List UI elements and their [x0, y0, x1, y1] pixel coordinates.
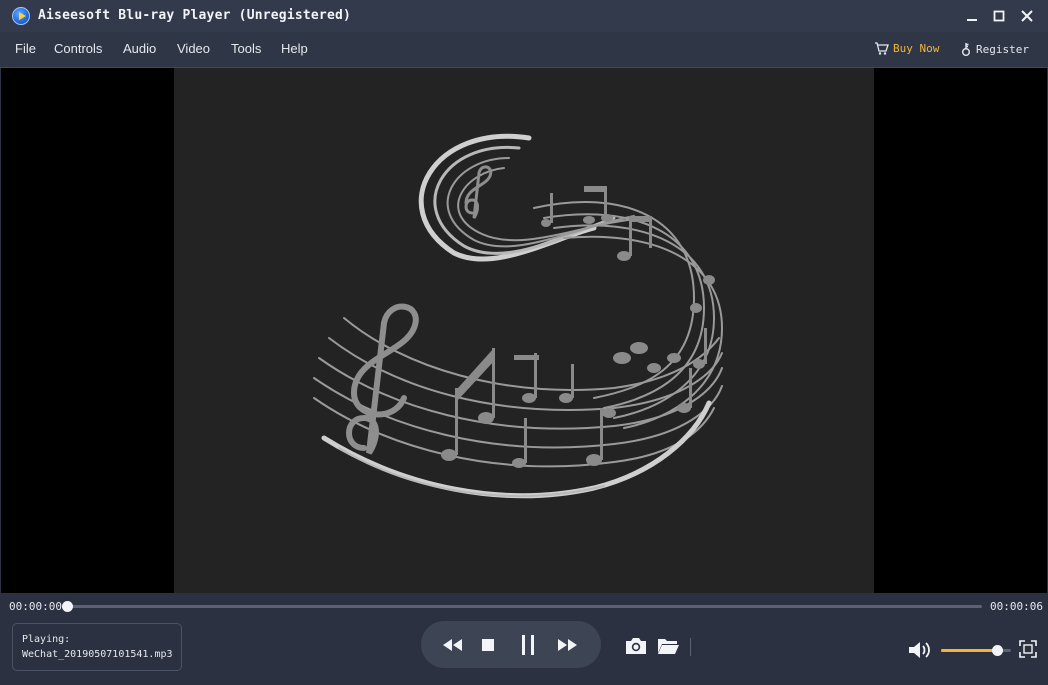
now-playing-box: Playing: WeChat_20190507101541.mp3	[12, 623, 182, 671]
total-time: 00:00:06	[990, 600, 1043, 613]
mute-button[interactable]	[907, 639, 933, 661]
album-artwork	[174, 68, 874, 593]
control-bar: 00:00:00 00:00:06 Playing: WeChat_201905…	[0, 593, 1048, 685]
register-button[interactable]: Register	[961, 42, 1029, 56]
current-time: 00:00:00	[9, 600, 62, 613]
window-title: Aiseesoft Blu-ray Player (Unregistered)	[38, 8, 352, 23]
register-label: Register	[976, 42, 1029, 56]
snapshot-button[interactable]	[624, 635, 648, 657]
buy-now-button[interactable]: Buy Now	[874, 42, 939, 55]
rewind-icon	[443, 639, 462, 651]
fullscreen-icon	[1019, 640, 1037, 658]
minimize-button[interactable]	[962, 6, 982, 26]
open-file-button[interactable]	[656, 635, 680, 657]
volume-handle[interactable]	[992, 645, 1003, 656]
seek-handle[interactable]	[62, 601, 73, 612]
stop-button[interactable]	[475, 632, 501, 658]
cart-icon	[875, 42, 889, 55]
key-icon	[962, 43, 970, 56]
menu-tools[interactable]: Tools	[231, 41, 261, 56]
menu-help[interactable]: Help	[281, 41, 308, 56]
fullscreen-button[interactable]	[1019, 640, 1037, 658]
video-display[interactable]	[1, 68, 1047, 593]
title-bar: Aiseesoft Blu-ray Player (Unregistered)	[0, 0, 1048, 32]
menu-file[interactable]: File	[15, 41, 36, 56]
toolbar-divider	[690, 638, 691, 656]
fast-forward-button[interactable]	[554, 632, 580, 658]
fast-forward-icon	[558, 639, 577, 651]
minimize-icon	[967, 19, 977, 21]
close-button[interactable]	[1017, 6, 1037, 26]
volume-icon	[909, 642, 930, 658]
stop-icon	[482, 639, 494, 651]
buy-now-label: Buy Now	[893, 42, 940, 55]
seek-bar[interactable]	[62, 601, 982, 612]
folder-icon	[658, 639, 679, 654]
rewind-button[interactable]	[440, 632, 466, 658]
pause-icon	[522, 635, 534, 655]
maximize-icon	[993, 10, 1005, 22]
now-playing-label: Playing:	[22, 634, 71, 645]
transport-controls	[421, 621, 601, 668]
menu-bar: File Controls Audio Video Tools Help Buy…	[0, 32, 1048, 68]
menu-video[interactable]: Video	[177, 41, 210, 56]
volume-slider[interactable]	[941, 645, 1011, 656]
maximize-button[interactable]	[989, 6, 1009, 26]
camera-icon	[626, 638, 646, 654]
music-notes-artwork	[313, 133, 724, 499]
pause-button[interactable]	[515, 632, 541, 658]
volume-level	[941, 649, 997, 652]
menu-controls[interactable]: Controls	[54, 41, 102, 56]
app-logo-icon	[12, 7, 30, 25]
close-icon	[1021, 10, 1033, 22]
menu-audio[interactable]: Audio	[123, 41, 156, 56]
now-playing-file: WeChat_20190507101541.mp3	[22, 649, 173, 660]
